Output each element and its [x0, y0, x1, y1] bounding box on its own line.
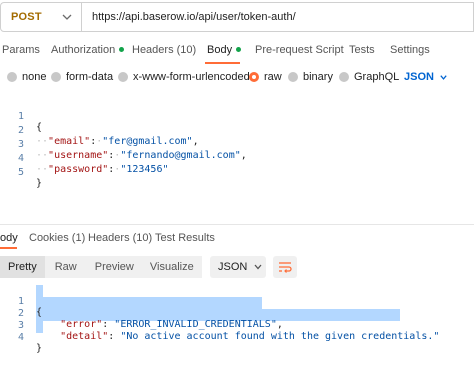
- line-number: 4: [17, 332, 24, 343]
- status-dot-icon: [119, 46, 125, 52]
- tab-label: Tests: [349, 44, 375, 56]
- tab-response-headers[interactable]: Headers (10): [88, 232, 152, 244]
- method-select[interactable]: POST: [0, 2, 82, 32]
- active-tab-indicator: [0, 247, 17, 249]
- tab-label: ody: [0, 232, 18, 244]
- brace: }: [36, 343, 43, 354]
- view-mode-segment: Pretty Raw Preview Visualize: [0, 256, 202, 278]
- view-preview-button[interactable]: Preview: [86, 256, 142, 278]
- radio-icon: [51, 72, 61, 82]
- radio-selected-icon: [249, 72, 259, 82]
- tab-headers[interactable]: Headers (10): [132, 44, 196, 56]
- tab-body[interactable]: Body: [207, 44, 242, 56]
- raw-format-select[interactable]: JSON: [404, 71, 448, 83]
- radio-icon: [118, 72, 128, 82]
- body-type-options: none form-data x-www-form-urlencoded raw…: [0, 68, 474, 88]
- raw-format-label: JSON: [404, 71, 434, 83]
- tab-pre-request-script[interactable]: Pre-request Script: [255, 44, 344, 56]
- response-tabs: ody Cookies (1) Headers (10) Test Result…: [0, 228, 474, 248]
- code-line: 1 {: [0, 100, 474, 133]
- response-format-select[interactable]: JSON: [210, 256, 266, 278]
- response-body-viewer[interactable]: 1 { 2 "error": "ERROR_INVALID_CREDENTIAL…: [0, 283, 474, 354]
- wrap-lines-button[interactable]: [273, 256, 297, 278]
- code-line: 4 }: [0, 321, 474, 354]
- line-number: 5: [17, 167, 24, 178]
- panel-divider[interactable]: [0, 224, 474, 225]
- request-body-editor[interactable]: 1 { 2 ··"email":·"fer@gmail.com", 3 ··"u…: [0, 96, 474, 189]
- request-tabs: Params Authorization Headers (10) Body P…: [0, 40, 474, 62]
- tab-label: Settings: [390, 44, 430, 56]
- tab-label: Headers (10): [88, 232, 153, 244]
- radio-label: raw: [264, 71, 282, 83]
- radio-icon: [339, 72, 349, 82]
- view-visualize-button[interactable]: Visualize: [141, 256, 202, 278]
- radio-label: form-data: [66, 71, 114, 83]
- radio-icon: [7, 72, 17, 82]
- radio-x-www-form-urlencoded[interactable]: x-www-form-urlencoded: [118, 71, 250, 83]
- tab-tests[interactable]: Tests: [349, 44, 375, 56]
- tab-response-body[interactable]: ody: [0, 232, 18, 244]
- chevron-down-icon: [440, 74, 447, 80]
- radio-label: binary: [303, 71, 333, 83]
- code-line: 5 }: [0, 156, 474, 189]
- code-text: }: [36, 178, 42, 189]
- tab-test-results[interactable]: Test Results: [155, 232, 215, 244]
- tab-label: Authorization: [51, 44, 116, 56]
- tab-cookies[interactable]: Cookies (1): [29, 232, 85, 244]
- url-input[interactable]: https://api.baserow.io/api/user/token-au…: [82, 2, 474, 32]
- status-dot-icon: [236, 46, 242, 52]
- tab-label: Body: [207, 44, 233, 56]
- radio-icon: [288, 72, 298, 82]
- request-url-bar: POST https://api.baserow.io/api/user/tok…: [0, 0, 474, 37]
- view-raw-button[interactable]: Raw: [44, 256, 87, 278]
- response-format-label: JSON: [218, 261, 248, 273]
- radio-raw[interactable]: raw: [249, 71, 282, 83]
- chevron-down-icon: [62, 14, 72, 20]
- radio-label: GraphQL: [354, 71, 400, 83]
- tab-label: Test Results: [155, 232, 215, 244]
- tab-params[interactable]: Params: [2, 44, 40, 56]
- code-line: 4 ··"password":·"123456": [0, 142, 474, 175]
- method-label: POST: [11, 11, 42, 23]
- tab-label: Pre-request Script: [255, 44, 344, 56]
- radio-form-data[interactable]: form-data: [51, 71, 113, 83]
- wrap-lines-icon: [279, 262, 292, 273]
- radio-label: none: [22, 71, 47, 83]
- brace: }: [36, 178, 43, 189]
- tab-label: Params: [2, 44, 40, 56]
- radio-binary[interactable]: binary: [288, 71, 333, 83]
- code-line: 2 ··"email":·"fer@gmail.com",: [0, 114, 474, 147]
- tab-settings[interactable]: Settings: [390, 44, 430, 56]
- tab-label: Headers (10): [132, 44, 197, 56]
- code-text: }: [36, 343, 42, 354]
- active-tab-indicator: [205, 62, 240, 64]
- radio-label: x-www-form-urlencoded: [133, 71, 250, 83]
- tab-label: Cookies (1): [29, 232, 86, 244]
- radio-graphql[interactable]: GraphQL: [339, 71, 399, 83]
- radio-none[interactable]: none: [7, 71, 46, 83]
- code-line: 3 ··"username":·"fernando@gmail.com",: [0, 128, 474, 161]
- view-pretty-button[interactable]: Pretty: [0, 256, 45, 278]
- tab-authorization[interactable]: Authorization: [51, 44, 125, 56]
- chevron-down-icon: [254, 264, 262, 270]
